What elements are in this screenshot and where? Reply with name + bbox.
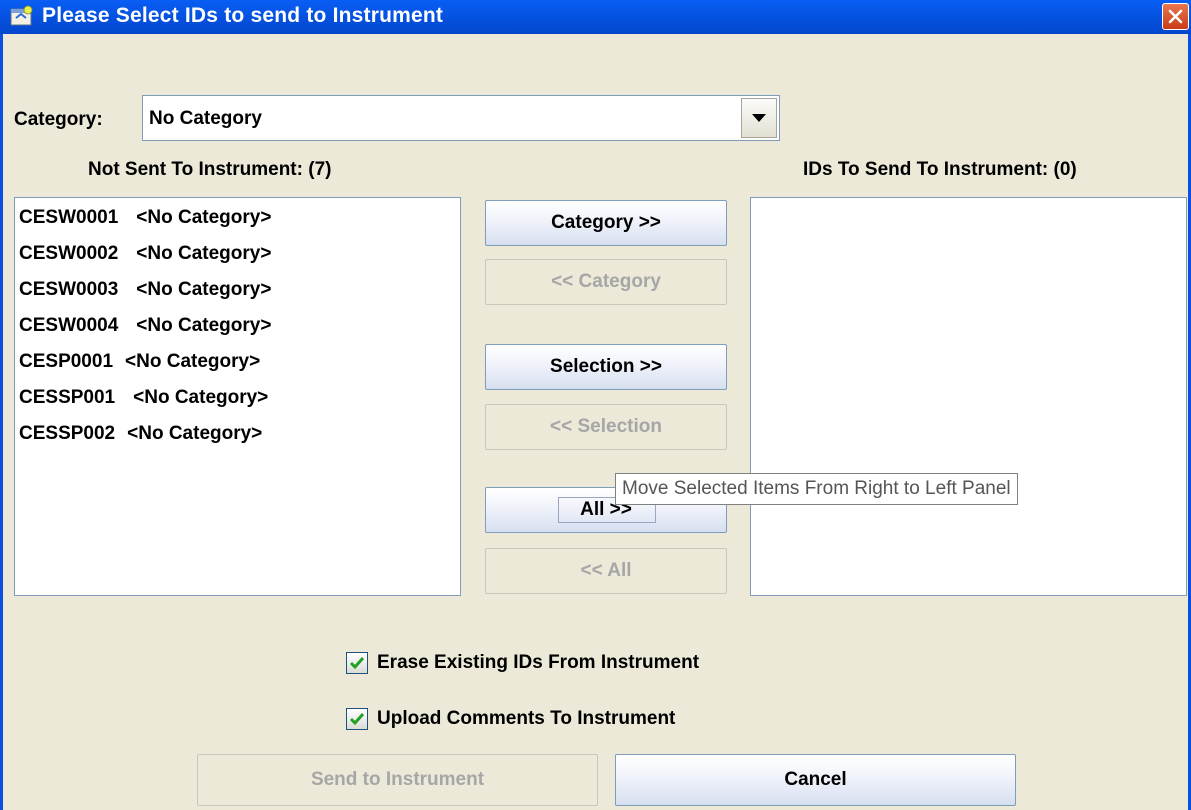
not-sent-list[interactable]: CESW0001 <No Category> CESW0002 <No Catego… [14, 197, 461, 596]
all-move-left-button[interactable]: << All [485, 548, 727, 594]
ids-to-send-list[interactable] [750, 197, 1187, 596]
item-id: CESSP002 [19, 423, 116, 444]
list-item[interactable]: CESW0003 <No Category> [19, 279, 271, 301]
category-move-right-button[interactable]: Category >> [485, 200, 727, 246]
item-category: <No Category> [125, 351, 261, 372]
erase-existing-checkbox[interactable] [346, 652, 368, 674]
category-dropdown[interactable]: No Category [142, 95, 780, 141]
java-app-icon [10, 5, 34, 27]
title-bar[interactable]: Please Select IDs to send to Instrument [0, 0, 1191, 35]
send-to-instrument-label: Send to Instrument [310, 769, 485, 790]
item-category: <No Category> [136, 207, 272, 228]
list-item[interactable]: CESW0004 <No Category> [19, 315, 271, 337]
item-id: CESW0004 [19, 315, 119, 336]
category-move-left-button[interactable]: << Category [485, 259, 727, 305]
selection-move-left-button[interactable]: << Selection [485, 404, 727, 450]
cancel-button[interactable]: Cancel [615, 754, 1016, 806]
list-item[interactable]: CESW0001 <No Category> [19, 207, 271, 229]
item-category: <No Category> [136, 279, 272, 300]
category-selected-value: No Category [149, 108, 262, 129]
list-item[interactable]: CESP0001 <No Category> [19, 351, 260, 373]
item-category: <No Category> [136, 243, 272, 264]
selection-move-right-button[interactable]: Selection >> [485, 344, 727, 390]
erase-existing-label: Erase Existing IDs From Instrument [377, 652, 700, 673]
tooltip: Move Selected Items From Right to Left P… [615, 473, 1018, 505]
window-title: Please Select IDs to send to Instrument [42, 4, 444, 27]
item-id: CESSP001 [19, 387, 116, 408]
left-list-header: Not Sent To Instrument: (7) [88, 159, 332, 180]
item-category: <No Category> [127, 423, 263, 444]
item-id: CESW0003 [19, 279, 119, 300]
close-button[interactable] [1162, 3, 1189, 30]
right-list-header: IDs To Send To Instrument: (0) [803, 159, 1077, 180]
item-id: CESP0001 [19, 351, 114, 372]
list-item[interactable]: CESSP001 <No Category> [19, 387, 268, 409]
send-to-instrument-button[interactable]: Send to Instrument [197, 754, 598, 806]
item-category: <No Category> [136, 315, 272, 336]
item-id: CESW0001 [19, 207, 119, 228]
list-item[interactable]: CESSP002 <No Category> [19, 423, 262, 445]
category-label: Category: [14, 109, 103, 130]
upload-comments-label: Upload Comments To Instrument [377, 708, 676, 729]
list-item[interactable]: CESW0002 <No Category> [19, 243, 271, 265]
upload-comments-checkbox[interactable] [346, 708, 368, 730]
category-dropdown-button[interactable] [741, 98, 777, 138]
item-id: CESW0002 [19, 243, 119, 264]
item-category: <No Category> [133, 387, 269, 408]
